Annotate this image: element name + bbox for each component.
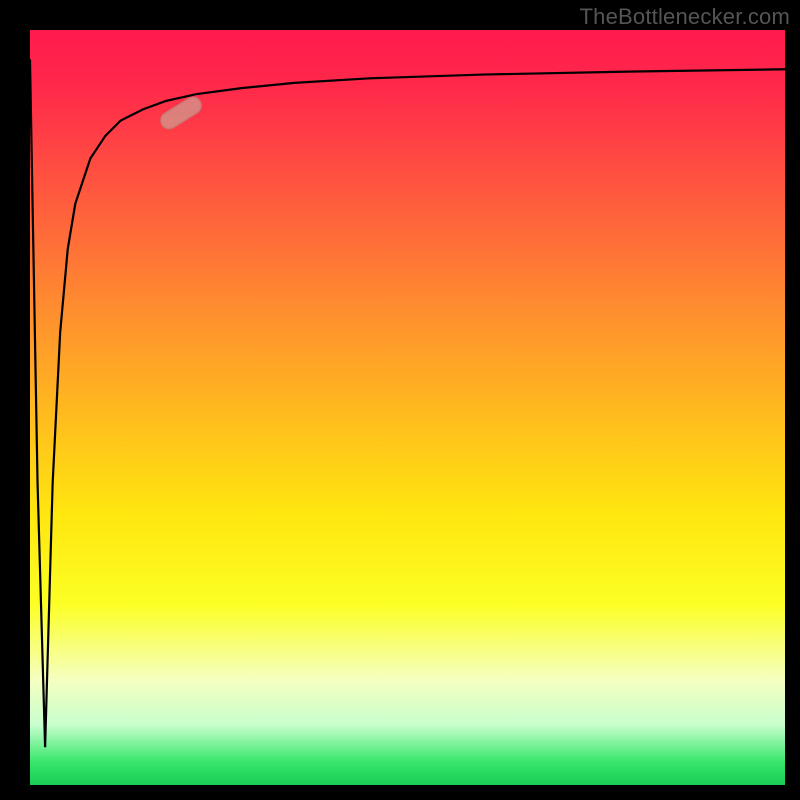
plot-area [30,30,785,785]
watermark-label: TheBottlenecker.com [580,4,790,30]
chart-frame: TheBottlenecker.com [0,0,800,800]
bottleneck-curve-path [30,60,785,747]
chart-svg [30,30,785,785]
highlight-marker [157,93,206,133]
